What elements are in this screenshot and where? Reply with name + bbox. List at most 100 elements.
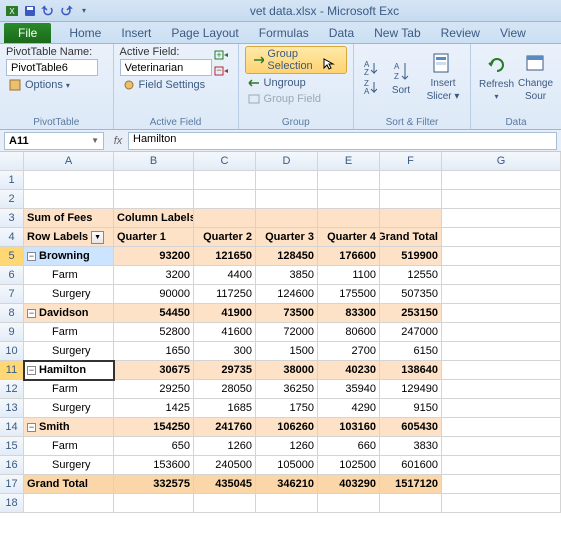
group-field-icon [247, 93, 261, 105]
redo-icon[interactable] [58, 3, 74, 19]
row-5[interactable]: 5 [0, 247, 24, 266]
cell-grandtotal[interactable]: Grand Total [24, 475, 114, 494]
qat-dropdown-icon[interactable]: ▾ [76, 3, 92, 19]
tab-review[interactable]: Review [431, 23, 490, 43]
expand-field-icon[interactable]: + [214, 48, 230, 62]
spreadsheet-grid[interactable]: A B C D E F G 1 2 3 Sum of Fees Column L… [0, 152, 561, 513]
ungroup-icon [247, 77, 261, 89]
tab-insert[interactable]: Insert [111, 23, 161, 43]
row-10[interactable]: 10 [0, 342, 24, 361]
select-all-corner[interactable] [0, 152, 24, 171]
undo-icon[interactable] [40, 3, 56, 19]
options-button[interactable]: Options▾ [6, 77, 107, 93]
formula-input[interactable]: Hamilton [128, 132, 557, 150]
ungroup-button[interactable]: Ungroup [245, 76, 347, 90]
ribbon-group-group: Group Selection Ungroup Group Field Grou… [239, 44, 354, 129]
save-icon[interactable] [22, 3, 38, 19]
row-2[interactable]: 2 [0, 190, 24, 209]
titlebar: X ▾ vet data.xlsx - Microsoft Exc [0, 0, 561, 22]
row-15[interactable]: 15 [0, 437, 24, 456]
cell-sumfees[interactable]: Sum of Fees [24, 209, 114, 228]
tab-pagelayout[interactable]: Page Layout [161, 23, 248, 43]
cell-hamilton[interactable]: −Hamilton [24, 361, 114, 380]
col-F[interactable]: F [380, 152, 442, 171]
cursor-icon [322, 57, 336, 71]
pivottable-name-label: PivotTable Name: [6, 46, 107, 58]
col-D[interactable]: D [256, 152, 318, 171]
tab-home[interactable]: Home [59, 23, 111, 43]
change-source-button[interactable]: ChangeSour [516, 46, 555, 108]
tab-data[interactable]: Data [319, 23, 364, 43]
namebox-dropdown-icon[interactable]: ▼ [91, 136, 99, 145]
field-settings-button[interactable]: Field Settings [120, 77, 212, 93]
sort-button[interactable]: AZSort [380, 57, 422, 98]
activefield-input[interactable] [120, 59, 212, 76]
col-E[interactable]: E [318, 152, 380, 171]
tab-view[interactable]: View [490, 23, 536, 43]
ribbon-group-activefield: Active Field: Field Settings + − Active … [114, 44, 239, 129]
pivottable-name-input[interactable] [6, 59, 98, 76]
cell-smith[interactable]: −Smith [24, 418, 114, 437]
sort-asc-icon[interactable]: AZ [360, 59, 380, 77]
row-7[interactable]: 7 [0, 285, 24, 304]
rowlabels-filter-icon[interactable]: ▼ [91, 231, 104, 244]
col-C[interactable]: C [194, 152, 256, 171]
sort-desc-icon[interactable]: ZA [360, 78, 380, 96]
tab-formulas[interactable]: Formulas [249, 23, 319, 43]
row-3[interactable]: 3 [0, 209, 24, 228]
group-label-sortfilter: Sort & Filter [360, 116, 464, 129]
row-14[interactable]: 14 [0, 418, 24, 437]
field-settings-icon [122, 78, 136, 92]
cell-collabels[interactable]: Column Labels▼ [114, 209, 194, 228]
svg-text:−: − [216, 65, 221, 75]
collapse-icon[interactable]: − [27, 423, 36, 432]
row-16[interactable]: 16 [0, 456, 24, 475]
refresh-icon [485, 53, 509, 77]
group-label-activefield: Active Field [120, 116, 232, 129]
row-8[interactable]: 8 [0, 304, 24, 323]
row-12[interactable]: 12 [0, 380, 24, 399]
svg-text:Z: Z [364, 68, 369, 77]
col-B[interactable]: B [114, 152, 194, 171]
group-field-button: Group Field [245, 92, 347, 106]
options-icon [8, 78, 22, 92]
group-selection-button[interactable]: Group Selection [245, 46, 347, 74]
svg-text:A: A [394, 62, 400, 71]
ribbon: PivotTable Name: Options▾ PivotTable Act… [0, 44, 561, 130]
change-source-icon [524, 52, 548, 76]
row-6[interactable]: 6 [0, 266, 24, 285]
collapse-icon[interactable]: − [27, 252, 36, 261]
collapse-icon[interactable]: − [27, 309, 36, 318]
collapse-icon[interactable]: − [27, 366, 36, 375]
row-9[interactable]: 9 [0, 323, 24, 342]
cell-rowlabels[interactable]: Row Labels▼ [24, 228, 114, 247]
row-13[interactable]: 13 [0, 399, 24, 418]
row-1[interactable]: 1 [0, 171, 24, 190]
ribbon-group-pivottable: PivotTable Name: Options▾ PivotTable [0, 44, 114, 129]
name-box[interactable]: A11▼ [4, 132, 104, 150]
cell-browning[interactable]: −Browning [24, 247, 114, 266]
group-label-group: Group [245, 116, 347, 129]
formula-bar: A11▼ fx Hamilton [0, 130, 561, 152]
refresh-button[interactable]: Refresh▾ [477, 46, 516, 108]
collapse-field-icon[interactable]: − [214, 64, 230, 78]
ribbon-tabs: File Home Insert Page Layout Formulas Da… [0, 22, 561, 44]
insert-slicer-button[interactable]: InsertSlicer ▾ [422, 50, 464, 104]
tab-file[interactable]: File [4, 23, 51, 43]
row-4[interactable]: 4 [0, 228, 24, 247]
cell-davidson[interactable]: −Davidson [24, 304, 114, 323]
col-A[interactable]: A [24, 152, 114, 171]
ribbon-group-sortfilter: AZ ZA AZSort InsertSlicer ▾ Sort & Filte… [354, 44, 471, 129]
row-18[interactable]: 18 [0, 494, 24, 513]
slicer-icon [431, 52, 455, 76]
sort-icon: AZ [389, 59, 413, 83]
col-G[interactable]: G [442, 152, 561, 171]
group-label-pivottable: PivotTable [6, 116, 107, 129]
row-11[interactable]: 11 [0, 361, 24, 380]
tab-newtab[interactable]: New Tab [364, 23, 430, 43]
svg-text:+: + [216, 50, 221, 60]
svg-text:A: A [364, 87, 370, 96]
row-17[interactable]: 17 [0, 475, 24, 494]
group-selection-icon [252, 54, 265, 66]
fx-icon[interactable]: fx [108, 135, 128, 147]
